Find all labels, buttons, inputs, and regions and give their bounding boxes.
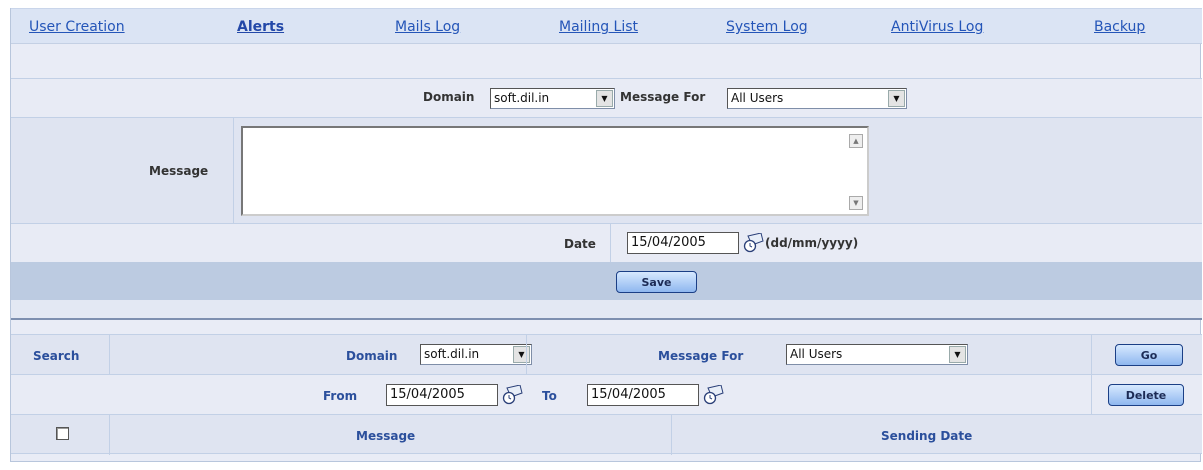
- nav-system-log[interactable]: System Log: [726, 19, 808, 35]
- search-message-for-label: Message For: [658, 349, 744, 363]
- chevron-down-icon: ▼: [596, 90, 613, 107]
- section-divider: [11, 300, 1202, 320]
- domain-select[interactable]: soft.dil.in ▼: [490, 88, 615, 109]
- from-label: From: [323, 389, 358, 403]
- column-header-sending-date: Sending Date: [881, 429, 973, 443]
- calendar-icon[interactable]: [501, 385, 523, 405]
- search-message-for-value: All Users: [790, 347, 843, 361]
- column-divider: [1091, 375, 1092, 415]
- save-bar: Save: [11, 262, 1202, 300]
- column-divider: [671, 415, 672, 455]
- select-all-checkbox[interactable]: [56, 427, 69, 440]
- column-divider: [610, 224, 611, 262]
- chevron-down-icon: ▼: [513, 346, 530, 363]
- top-nav: User Creation Alerts Mails Log Mailing L…: [11, 8, 1202, 44]
- chevron-down-icon: ▼: [888, 90, 905, 107]
- results-table-header: Message Sending Date: [11, 414, 1202, 455]
- save-button[interactable]: Save: [616, 271, 697, 293]
- date-format-hint: (dd/mm/yyyy): [765, 236, 859, 250]
- from-date-input[interactable]: 15/04/2005: [386, 384, 498, 406]
- calendar-icon[interactable]: [742, 233, 764, 253]
- search-row: Search Domain soft.dil.in ▼ Message For …: [11, 334, 1202, 375]
- nav-alerts[interactable]: Alerts: [237, 19, 284, 35]
- scroll-up-icon[interactable]: ▲: [849, 134, 863, 148]
- scroll-down-icon[interactable]: ▼: [849, 196, 863, 210]
- search-domain-value: soft.dil.in: [424, 347, 480, 361]
- nav-mails-log[interactable]: Mails Log: [395, 19, 460, 35]
- search-label: Search: [33, 349, 80, 363]
- alerts-page: User Creation Alerts Mails Log Mailing L…: [10, 8, 1202, 462]
- message-row: Message ▲ ▼: [11, 117, 1202, 223]
- to-label: To: [542, 389, 557, 403]
- nav-mailing-list[interactable]: Mailing List: [559, 19, 638, 35]
- column-divider: [233, 118, 234, 223]
- search-domain-label: Domain: [346, 349, 398, 363]
- column-divider: [1091, 335, 1092, 375]
- message-label: Message: [149, 164, 209, 178]
- message-textarea[interactable]: ▲ ▼: [241, 126, 869, 216]
- column-divider: [526, 335, 527, 375]
- chevron-down-icon: ▼: [949, 346, 966, 363]
- domain-label: Domain: [423, 90, 475, 104]
- date-input[interactable]: 15/04/2005: [627, 232, 739, 254]
- message-for-label: Message For: [620, 90, 706, 104]
- date-range-row: From 15/04/2005 To 15/04/2005 Delete: [11, 374, 1202, 415]
- calendar-icon[interactable]: [702, 385, 724, 405]
- nav-user-creation[interactable]: User Creation: [29, 19, 125, 35]
- column-divider: [109, 415, 110, 455]
- date-row: Date 15/04/2005 (dd/mm/yyyy): [11, 223, 1202, 262]
- go-button[interactable]: Go: [1115, 344, 1183, 366]
- domain-select-value: soft.dil.in: [494, 91, 550, 105]
- date-label: Date: [564, 237, 596, 251]
- message-for-select-value: All Users: [731, 91, 784, 105]
- column-header-message: Message: [356, 429, 416, 443]
- nav-antivirus-log[interactable]: AntiVirus Log: [891, 19, 983, 35]
- search-domain-select[interactable]: soft.dil.in ▼: [420, 344, 532, 365]
- delete-button[interactable]: Delete: [1108, 384, 1184, 406]
- column-divider: [109, 335, 110, 375]
- search-message-for-select[interactable]: All Users ▼: [786, 344, 968, 365]
- domain-row: Domain soft.dil.in ▼ Message For All Use…: [11, 78, 1202, 117]
- nav-backup[interactable]: Backup: [1094, 19, 1145, 35]
- message-for-select[interactable]: All Users ▼: [727, 88, 907, 109]
- to-date-input[interactable]: 15/04/2005: [587, 384, 699, 406]
